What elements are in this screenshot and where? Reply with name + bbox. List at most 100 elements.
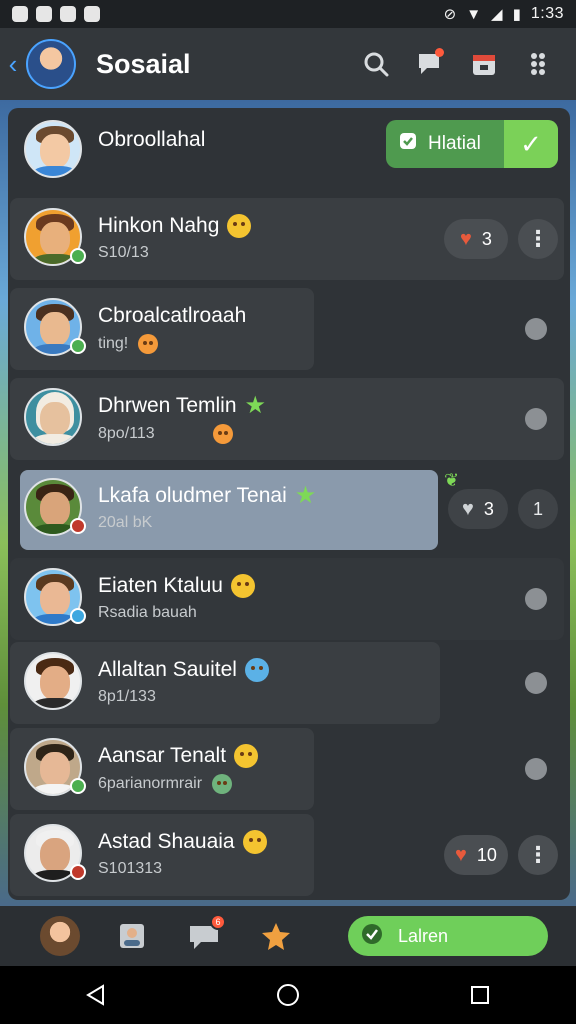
status-icon — [398, 131, 418, 157]
status-button[interactable]: Hlatial ✓ — [386, 120, 558, 168]
chat-badge — [435, 48, 444, 57]
reaction-count: 3 — [481, 228, 492, 249]
nav-profile[interactable] — [24, 906, 96, 966]
star-icon: ★ — [294, 482, 317, 509]
contact-name: Astad Shauaia — [98, 830, 235, 853]
heart-icon: ♥ — [455, 843, 467, 866]
online-indicator — [70, 608, 86, 624]
contact-name: Obroollahal — [98, 128, 206, 151]
nav-contacts[interactable] — [96, 906, 168, 966]
list-item[interactable]: Astad Shauaia S101313 ♥ 10 ⋮ — [8, 812, 570, 898]
back-nav-icon[interactable] — [76, 975, 116, 1015]
unread-indicator — [525, 758, 547, 780]
grin-emoji-icon — [138, 334, 159, 354]
contact-subtitle: 6parianormrair — [98, 775, 203, 792]
status-bar: ⊘ ▼ ◢ ▮ 1:33 — [0, 0, 576, 28]
chat-icon[interactable] — [414, 48, 446, 80]
calendar-icon[interactable] — [468, 48, 500, 80]
contacts-icon — [120, 924, 144, 948]
message-notification-icon — [60, 6, 76, 22]
row-menu-icon[interactable]: ⋮ — [518, 835, 558, 875]
check-icon: ✓ — [504, 120, 558, 168]
contact-name: Aansar Tenalt — [98, 744, 227, 767]
avatar — [40, 916, 80, 956]
contact-list-panel: Obroollahal Hlatial ✓ Hinkon Nahg S10/13… — [8, 108, 570, 900]
page-title: Sosaial — [96, 48, 191, 79]
nav-messages[interactable]: 6 — [168, 906, 240, 966]
app-bar: ‹ Sosaial — [0, 28, 576, 100]
reaction-count: 10 — [476, 844, 497, 865]
contact-subtitle: 8po/113 — [98, 425, 155, 442]
heart-icon: ♥ — [460, 227, 472, 250]
avatar — [24, 388, 82, 446]
contact-subtitle: 20al bK — [98, 514, 153, 531]
contact-subtitle: Rsadia bauah — [98, 604, 197, 621]
sync-icon — [84, 6, 100, 22]
back-icon[interactable]: ‹ — [2, 28, 24, 100]
leaf-icon: ❦ — [444, 470, 460, 490]
list-item[interactable]: Cbroalcatlroaah ting! — [8, 286, 570, 372]
list-item[interactable]: Eiaten Ktaluu Rsadia bauah — [8, 556, 570, 642]
smile-emoji-icon — [242, 830, 267, 854]
signal-icon: ◢ — [491, 6, 503, 23]
wifi-icon: ▼ — [466, 5, 482, 23]
list-item[interactable]: Dhrwen Temlin ★ 8po/113 — [8, 376, 570, 462]
contact-subtitle: 8p1/133 — [98, 688, 156, 705]
contact-subtitle: S101313 — [98, 860, 163, 877]
avatar — [24, 652, 82, 710]
reaction-count: 3 — [483, 498, 494, 519]
unread-indicator — [525, 408, 547, 430]
bottom-navigation: 6 Lalren — [0, 906, 576, 966]
avatar — [24, 120, 82, 178]
app-notification-icon — [36, 6, 52, 22]
row-menu-icon[interactable]: ⋮ — [518, 219, 558, 259]
more-vertical-icon[interactable] — [522, 48, 554, 80]
no-sim-icon: ⊘ — [443, 6, 457, 23]
busy-indicator — [70, 864, 86, 880]
star-icon: ★ — [244, 392, 267, 419]
battery-icon: ▮ — [512, 6, 521, 23]
list-item[interactable]: Allaltan Sauitel 8p1/133 — [8, 640, 570, 726]
reaction-pill[interactable]: ♥ 3 — [448, 489, 508, 529]
contact-name: Allaltan Sauitel — [98, 658, 237, 681]
list-item-selected[interactable]: Lkafa oludmer Tenai ★ 20al bK ❦ ♥ 3 1 — [8, 466, 570, 552]
home-nav-icon[interactable] — [268, 975, 308, 1015]
system-navigation — [0, 966, 576, 1024]
green-emoji-icon — [212, 774, 233, 794]
messages-badge: 6 — [210, 914, 226, 930]
contact-name: Hinkon Nahg — [98, 214, 220, 237]
nav-achievements[interactable] — [240, 906, 312, 966]
search-icon[interactable] — [360, 48, 392, 80]
heart-icon: ♥ — [462, 497, 474, 520]
smile-emoji-icon — [227, 214, 252, 238]
status-button-label: Hlatial — [428, 133, 481, 154]
busy-indicator — [70, 518, 86, 534]
online-indicator — [70, 778, 86, 794]
profile-avatar[interactable] — [26, 39, 76, 89]
contact-name: Lkafa oludmer Tenai — [98, 484, 287, 507]
smile-emoji-icon — [230, 574, 255, 598]
header-contact-row[interactable]: Obroollahal Hlatial ✓ — [8, 108, 570, 194]
list-item[interactable]: Aansar Tenalt 6parianormrair — [8, 726, 570, 812]
list-item[interactable]: Hinkon Nahg S10/13 ♥ 3 ⋮ — [8, 196, 570, 282]
recents-nav-icon[interactable] — [460, 975, 500, 1015]
contact-subtitle: S10/13 — [98, 244, 149, 261]
notification-icon — [12, 6, 28, 22]
contact-name: Eiaten Ktaluu — [98, 574, 223, 597]
smile-emoji-icon — [234, 744, 259, 768]
unread-indicator — [525, 588, 547, 610]
star-icon — [262, 923, 290, 950]
contact-subtitle: ting! — [98, 335, 129, 352]
clock: 1:33 — [530, 5, 564, 22]
reaction-pill[interactable]: ♥ 10 — [444, 835, 508, 875]
online-indicator — [70, 248, 86, 264]
cta-icon — [360, 922, 384, 951]
online-indicator — [70, 338, 86, 354]
contact-name: Dhrwen Temlin — [98, 394, 237, 417]
cta-label: Lalren — [398, 925, 449, 946]
unread-indicator — [525, 672, 547, 694]
grin-emoji-icon — [212, 424, 233, 444]
reaction-pill[interactable]: ♥ 3 — [444, 219, 508, 259]
cta-button[interactable]: Lalren — [348, 916, 548, 956]
unread-indicator — [525, 318, 547, 340]
